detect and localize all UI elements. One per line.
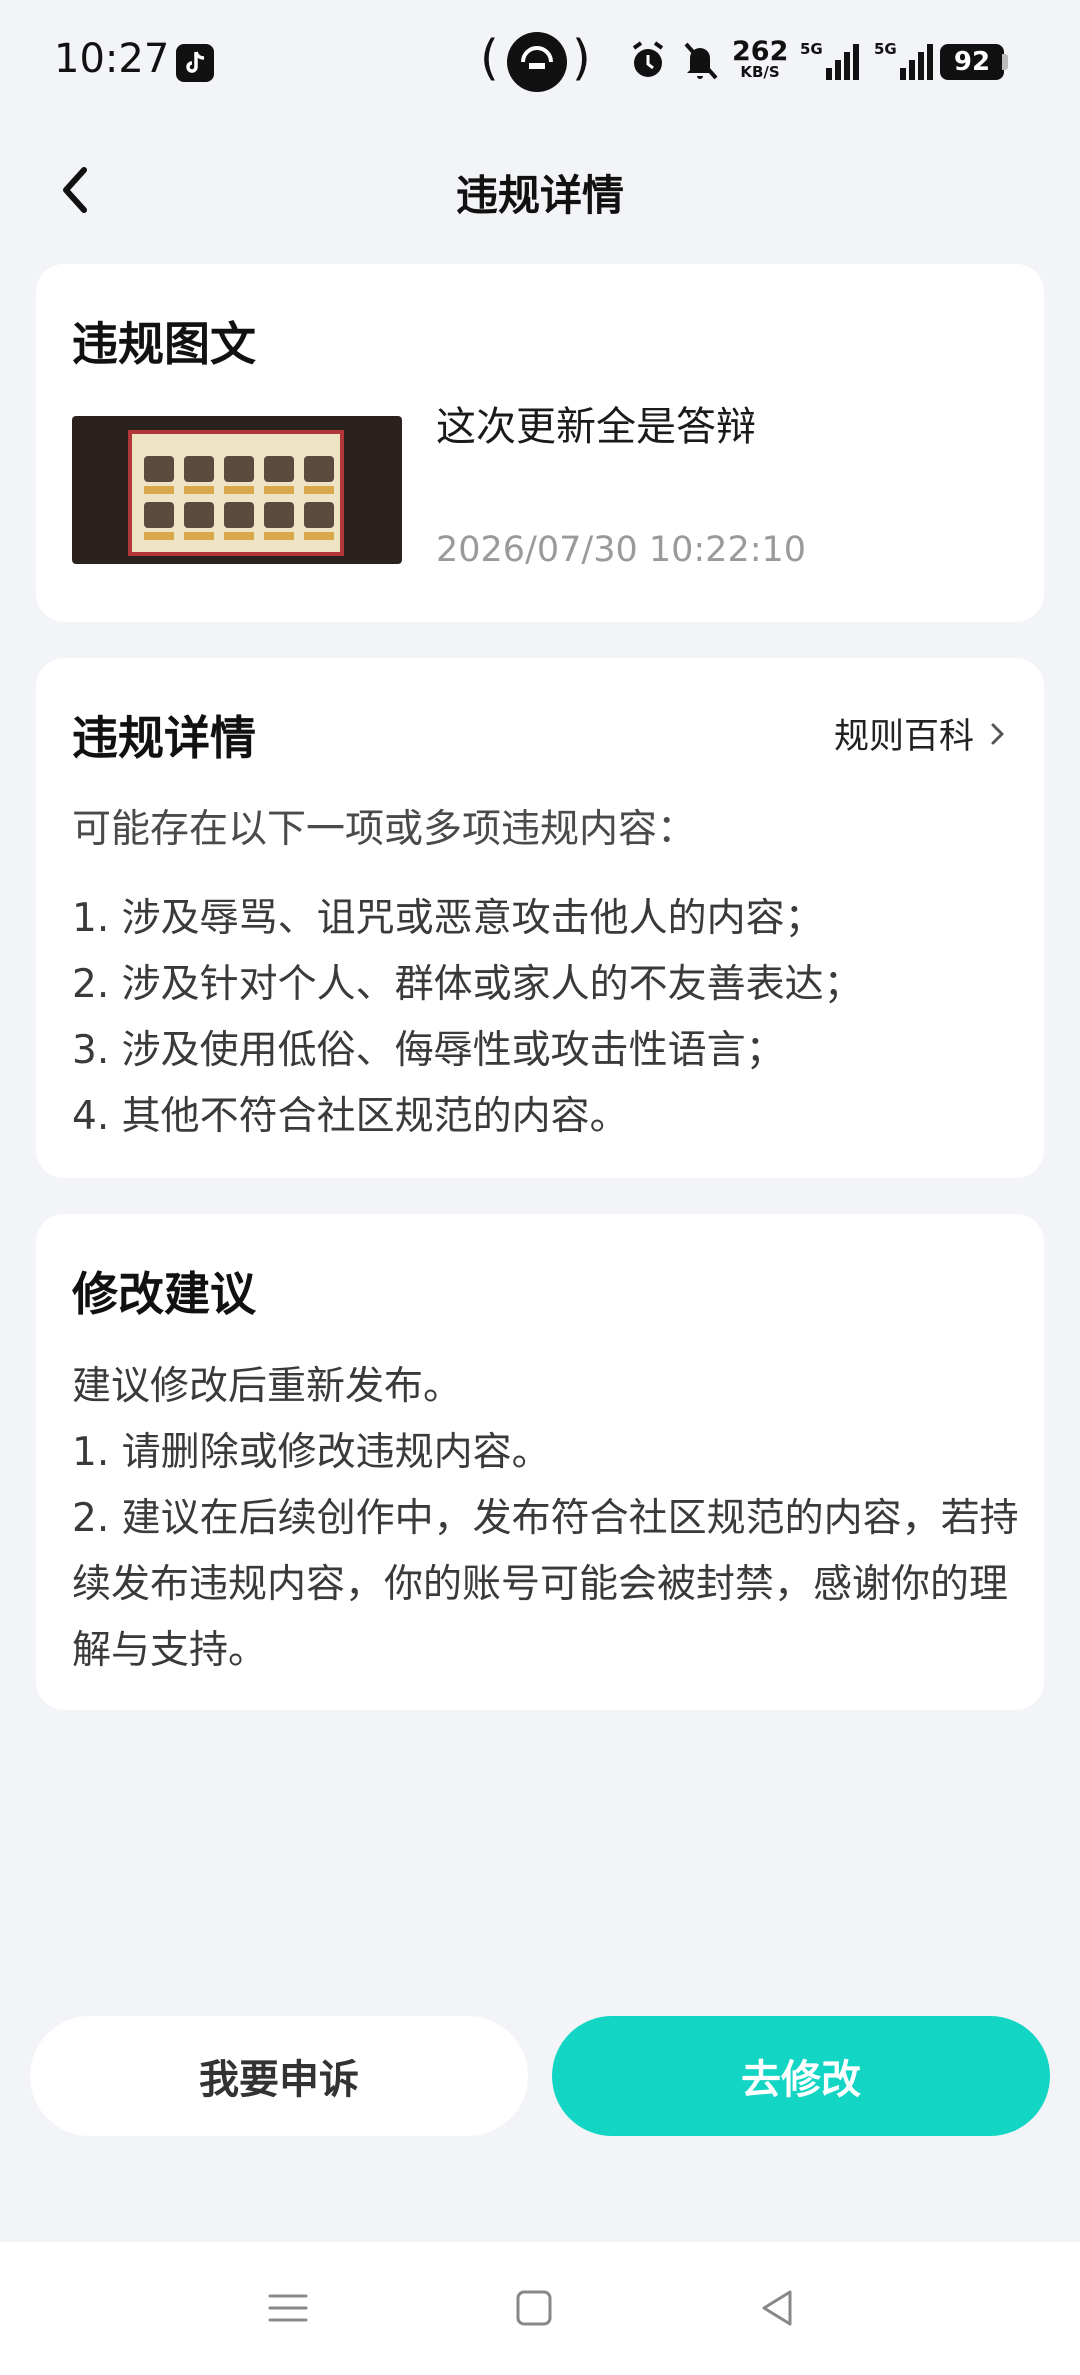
post-title: 这次更新全是答辩 (436, 404, 756, 450)
battery-level: 92 (940, 44, 1004, 80)
list-item: 3. 涉及使用低俗、侮辱性或攻击性语言； (72, 1028, 785, 1073)
violation-intro: 可能存在以下一项或多项违规内容： (72, 807, 697, 852)
edit-button[interactable]: 去修改 (552, 2016, 1050, 2136)
menu-icon[interactable] (266, 2286, 310, 2334)
back-triangle-icon[interactable] (756, 2286, 800, 2334)
suggestion-line: 建议修改后重新发布。 (72, 1364, 463, 1409)
chevron-right-icon (991, 723, 1004, 744)
status-bar: 10:27 ( ) 262 KB/S 5G 5G 92 (0, 0, 1080, 130)
violation-list: 1. 涉及辱骂、诅咒或恶意攻击他人的内容； 2. 涉及针对个人、群体或家人的不友… (72, 886, 863, 1150)
card-heading: 违规图文 (72, 317, 256, 371)
appeal-button[interactable]: 我要申诉 (30, 2016, 528, 2136)
suggestion-line: 1. 请删除或修改违规内容。 (72, 1430, 551, 1475)
hotspot-icon: ( ) (480, 30, 591, 94)
post-timestamp: 2026/07/30 10:22:10 (436, 530, 807, 570)
violating-post-card: 违规图文 这次更新全是答辩 2026/07/30 10:22:10 (36, 264, 1044, 622)
page-title: 违规详情 (455, 171, 624, 220)
home-icon[interactable] (512, 2286, 556, 2334)
suggestion-line: 2. 建议在后续创作中，发布符合社区规范的内容，若持续发布违规内容，你的账号可能… (72, 1496, 1019, 1673)
svg-text:5G: 5G (800, 40, 823, 58)
system-nav-bar (0, 2242, 1080, 2375)
mute-bell-icon (680, 40, 720, 86)
card-heading: 违规详情 (72, 711, 256, 765)
battery-tip (1002, 54, 1008, 70)
net-speed: 262 KB/S (732, 36, 789, 81)
card-heading: 修改建议 (72, 1267, 256, 1321)
list-item: 4. 其他不符合社区规范的内容。 (72, 1094, 629, 1139)
rules-wiki-label: 规则百科 (833, 717, 974, 757)
rules-wiki-link[interactable]: 规则百科 (834, 708, 1008, 759)
svg-text:5G: 5G (874, 40, 897, 58)
list-item: 2. 涉及针对个人、群体或家人的不友善表达； (72, 962, 863, 1007)
suggestion-card: 修改建议 建议修改后重新发布。 1. 请删除或修改违规内容。 2. 建议在后续创… (36, 1214, 1044, 1710)
list-item: 1. 涉及辱骂、诅咒或恶意攻击他人的内容； (72, 896, 824, 941)
violation-details-card: 违规详情 规则百科 可能存在以下一项或多项违规内容： 1. 涉及辱骂、诅咒或恶意… (36, 658, 1044, 1178)
alarm-icon (628, 40, 668, 86)
signal-icon: 5G (800, 40, 864, 86)
tiktok-icon (176, 44, 214, 82)
suggestion-text: 建议修改后重新发布。 1. 请删除或修改违规内容。 2. 建议在后续创作中，发布… (72, 1354, 1022, 1684)
status-time: 10:27 (54, 36, 170, 82)
signal-icon-2: 5G (874, 40, 938, 86)
post-thumbnail[interactable] (72, 416, 402, 564)
